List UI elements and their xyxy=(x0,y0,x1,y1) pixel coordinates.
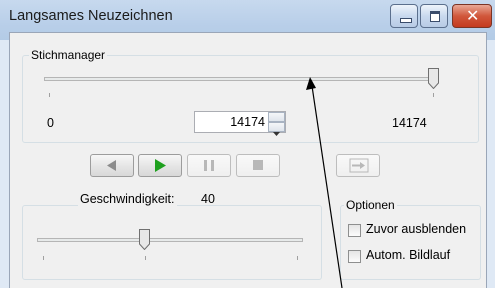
app-window: Langsames Neuzeichnen ✕ Stichmanager 0 1… xyxy=(0,0,495,288)
arrow-pointer-icon xyxy=(306,77,316,90)
pointer-annotation xyxy=(306,77,343,288)
